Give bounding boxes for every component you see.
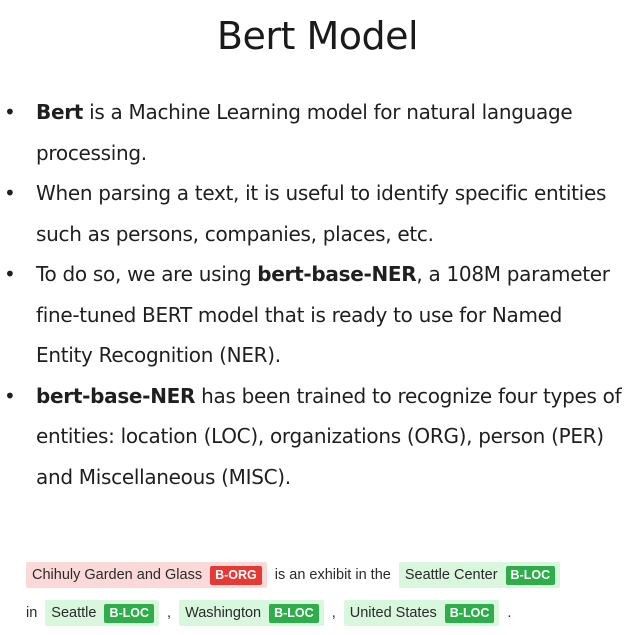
bullet-dot-icon: • [4, 181, 16, 205]
bullet-dot-icon: • [4, 100, 16, 124]
separator-text: , [331, 605, 336, 621]
separator-text: , [167, 605, 172, 621]
slide-title: Bert Model [216, 14, 419, 58]
bullet-text: To do so, we are using [36, 262, 258, 286]
bullet-item-3: • To do so, we are using bert-base-NER, a… [0, 254, 635, 376]
bullet-text: When parsing a text, it is useful to ide… [36, 181, 607, 246]
entity-text: United States [349, 605, 437, 621]
bullet-bold-term: bert-base-NER [257, 262, 417, 286]
ner-example-line-1: Chihuly Garden and Glass B-ORG is an exh… [26, 562, 561, 588]
entity-loc: Seattle Center B-LOC [398, 562, 561, 588]
entity-loc: United States B-LOC [343, 600, 500, 626]
entity-tag-badge: B-ORG [210, 565, 262, 585]
plain-text: in [26, 605, 38, 621]
entity-loc: Washington B-LOC [179, 600, 324, 626]
bullet-bold-term: bert-base-NER [36, 383, 196, 408]
plain-text: is an exhibit in the [274, 567, 391, 583]
entity-loc: Seattle B-LOC [45, 600, 160, 626]
entity-org: Chihuly Garden and Glass B-ORG [26, 562, 267, 588]
bullet-text: is a Machine Learning model for natural … [36, 100, 573, 165]
entity-text: Seattle [51, 605, 97, 621]
entity-tag-badge: B-LOC [444, 603, 495, 623]
entity-tag-badge: B-LOC [505, 565, 556, 585]
entity-text: Seattle Center [404, 567, 498, 583]
bullet-item-4: • bert-base-NER has been trained to recog… [0, 376, 635, 498]
bullet-list: • Bert is a Machine Learning model for na… [0, 92, 635, 497]
bullet-dot-icon: • [4, 262, 16, 286]
entity-tag-badge: B-LOC [269, 603, 319, 623]
bullet-item-1: • Bert is a Machine Learning model for na… [0, 92, 635, 173]
entity-text: Chihuly Garden and Glass [32, 567, 203, 583]
entity-tag-badge: B-LOC [104, 603, 155, 623]
bullet-dot-icon: • [4, 383, 16, 408]
ner-example-line-2: in Seattle B-LOC , Washington B-LOC , Un… [26, 600, 519, 626]
entity-text: Washington [185, 605, 262, 621]
end-punctuation: . [507, 605, 512, 621]
bullet-bold-term: Bert [36, 100, 84, 124]
bullet-item-2: • When parsing a text, it is useful to id… [0, 173, 635, 254]
